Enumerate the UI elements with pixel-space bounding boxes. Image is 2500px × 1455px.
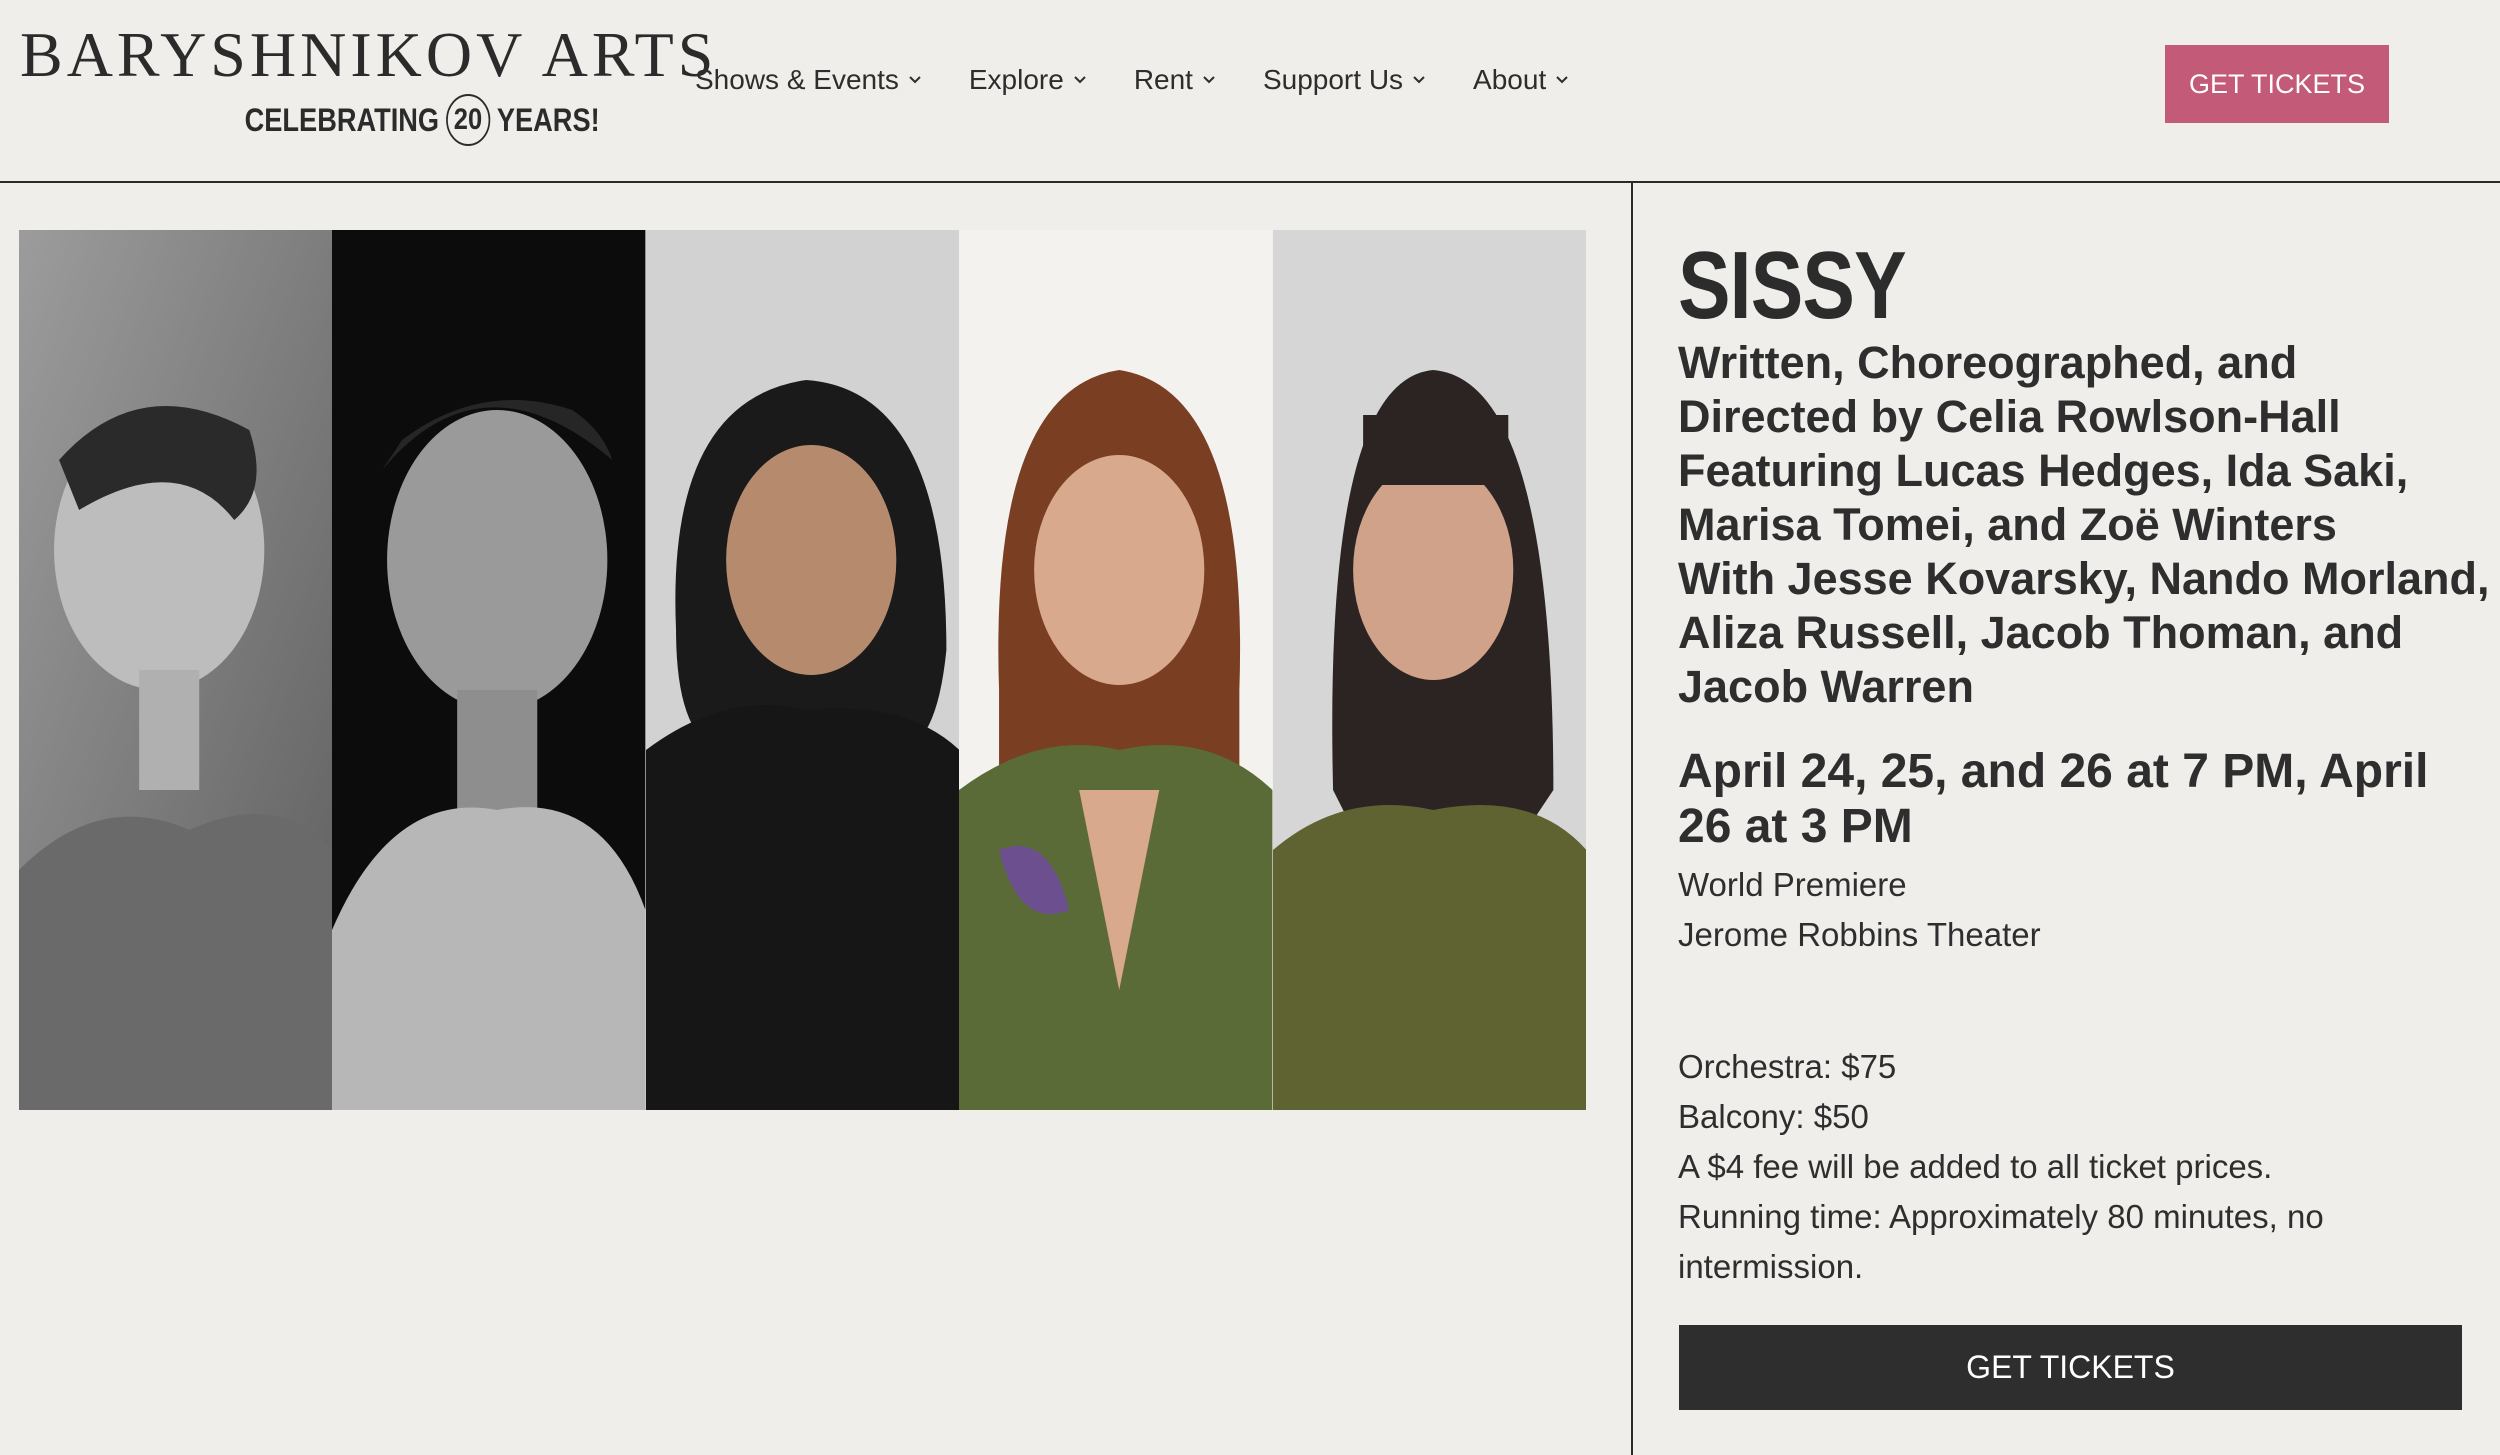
credit-line: Written, Choreographed, and [1678,337,2298,388]
venue-label: Jerome Robbins Theater [1678,916,2041,953]
chevron-down-icon [1074,76,1086,84]
premiere-label: World Premiere [1678,866,1907,903]
credit-line: Jacob Warren [1678,661,1974,712]
price-balcony: Balcony: $50 [1678,1098,1869,1135]
cast-photo-strip [19,230,1586,1110]
main-nav: Shows & Events Explore Rent Support Us A… [695,64,1570,96]
column-divider [1631,183,1633,1455]
nav-label: Explore [968,64,1064,95]
chevron-down-icon [1556,76,1568,84]
nav-about[interactable]: About [1473,64,1570,96]
cast-portrait-4 [959,230,1273,1110]
credit-line: Featuring Lucas Hedges, Ida Saki, [1678,445,2409,496]
event-details: SISSY Written, Choreographed, and Direct… [1678,232,2490,1292]
credit-line: Marisa Tomei, and Zoë Winters [1678,499,2337,550]
running-time: Running time: Approximately 80 minutes, … [1678,1198,2324,1285]
anniversary-badge: 20 [446,94,491,146]
logo-title: BARYSHNIKOV ARTS [20,19,718,90]
nav-rent[interactable]: Rent [1134,64,1217,96]
logo[interactable]: BARYSHNIKOV ARTS CELEBRATING 20 YEARS! [20,18,713,148]
nav-label: About [1473,64,1547,95]
event-title: SISSY [1678,232,1907,339]
cast-portrait-2 [332,230,646,1110]
nav-support-us[interactable]: Support Us [1263,64,1427,96]
logo-anniversary: CELEBRATING 20 YEARS! [245,94,600,146]
get-tickets-button[interactable]: GET TICKETS [1679,1325,2462,1410]
chevron-down-icon [909,76,921,84]
event-credits: Written, Choreographed, and Directed by … [1678,336,2490,714]
cast-portrait-5 [1272,230,1586,1110]
nav-label: Rent [1133,64,1193,95]
nav-label: Shows & Events [695,64,899,95]
price-orchestra: Orchestra: $75 [1678,1048,1897,1085]
cast-portrait-3 [645,230,960,1110]
chevron-down-icon [1413,76,1425,84]
fee-note: A $4 fee will be added to all ticket pri… [1678,1148,2273,1185]
event-dates: April 24, 25, and 26 at 7 PM, April 26 a… [1678,745,2429,853]
logo-anniversary-prefix: CELEBRATING [245,101,440,138]
pricing-info: Orchestra: $75 Balcony: $50 A $4 fee wil… [1678,1042,2478,1292]
nav-explore[interactable]: Explore [969,64,1088,96]
nav-label: Support Us [1262,64,1404,95]
header-get-tickets-button[interactable]: GET TICKETS [2165,45,2389,123]
credit-line: With Jesse Kovarsky, Nando Morland, [1678,553,2490,604]
nav-shows-events[interactable]: Shows & Events [695,64,923,96]
chevron-down-icon [1203,76,1215,84]
logo-anniversary-suffix: YEARS! [497,101,600,138]
credit-line: Directed by Celia Rowlson-Hall [1678,391,2341,442]
cast-portrait-1 [19,230,333,1110]
credit-line: Aliza Russell, Jacob Thoman, and [1678,607,2404,658]
site-header: BARYSHNIKOV ARTS CELEBRATING 20 YEARS! S… [0,0,2500,183]
